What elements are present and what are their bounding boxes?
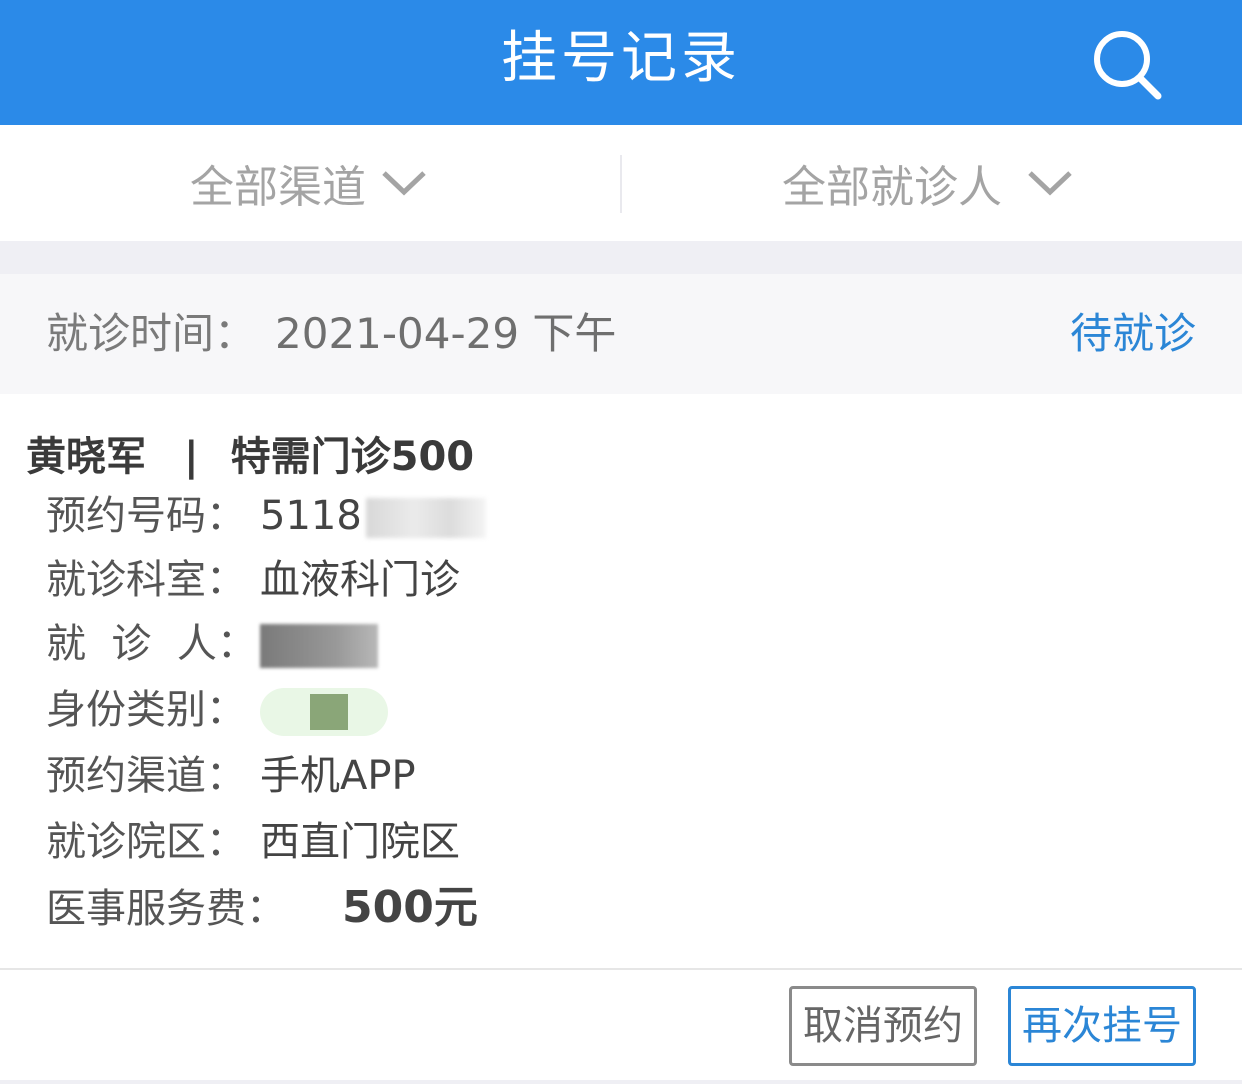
service-fee-row: 医事服务费： 500元 [46, 880, 478, 936]
page-title: 挂号记录 [501, 26, 741, 91]
appointment-number-label: 预约号码： [46, 493, 246, 539]
bottom-divider [0, 1080, 1242, 1084]
department-row: 就诊科室： 血液科门诊 [46, 552, 460, 608]
filter-bar: 全部渠道 全部就诊人 [0, 125, 1242, 241]
campus-row: 就诊院区： 西直门院区 [46, 814, 460, 870]
card-title: 黄晓军 | 特需门诊500 [26, 424, 474, 482]
clinic-type: 特需门诊500 [230, 434, 475, 480]
channel-filter-label: 全部渠道 [190, 162, 366, 213]
redacted-patient-name [260, 624, 378, 668]
chevron-down-icon [1028, 171, 1072, 196]
visit-time-label: 就诊时间： [46, 309, 257, 358]
card-footer-divider [0, 968, 1242, 970]
doctor-name: 黄晓军 [26, 434, 146, 480]
department-value: 血液科门诊 [260, 557, 460, 603]
status-badge: 待就诊 [1069, 309, 1196, 358]
booking-channel-row: 预约渠道： 手机APP [46, 748, 416, 804]
patient-filter-label: 全部就诊人 [782, 162, 1002, 213]
visit-time-value: 2021-04-29 下午 [275, 309, 617, 358]
top-nav-bar: 挂号记录 [0, 0, 1242, 125]
campus-value: 西直门院区 [260, 819, 460, 865]
booking-channel-value: 手机APP [260, 753, 416, 799]
identity-type-row: 身份类别： [46, 682, 388, 738]
redacted-appointment-number [365, 498, 486, 538]
patient-filter-dropdown[interactable]: 全部就诊人 [782, 125, 1090, 241]
record-time-row: 就诊时间： 2021-04-29 下午 待就诊 [0, 274, 1242, 394]
register-again-button[interactable]: 再次挂号 [1008, 986, 1196, 1066]
search-icon[interactable] [1088, 26, 1168, 106]
service-fee-value: 500元 [342, 882, 478, 933]
service-fee-label: 医事服务费： [46, 886, 286, 932]
appointment-number-row: 预约号码： 5118 [46, 488, 486, 544]
section-gap [0, 241, 1242, 274]
patient-label: 就 诊 人： [46, 621, 257, 667]
chevron-down-icon [382, 171, 426, 196]
filter-divider [620, 155, 622, 213]
booking-channel-label: 预约渠道： [46, 753, 246, 799]
department-label: 就诊科室： [46, 557, 246, 603]
channel-filter-dropdown[interactable]: 全部渠道 [190, 125, 428, 241]
campus-label: 就诊院区： [46, 819, 246, 865]
patient-row: 就 诊 人： [46, 616, 378, 672]
identity-type-label: 身份类别： [46, 687, 246, 733]
appointment-number-value: 5118 [260, 493, 362, 539]
redacted-identity-type [260, 688, 388, 736]
registration-card[interactable]: 黄晓军 | 特需门诊500 预约号码： 5118 就诊科室： 血液科门诊 就 诊 人： … [0, 394, 1242, 968]
cancel-appointment-button[interactable]: 取消预约 [789, 986, 977, 1066]
title-separator: | [184, 434, 199, 480]
